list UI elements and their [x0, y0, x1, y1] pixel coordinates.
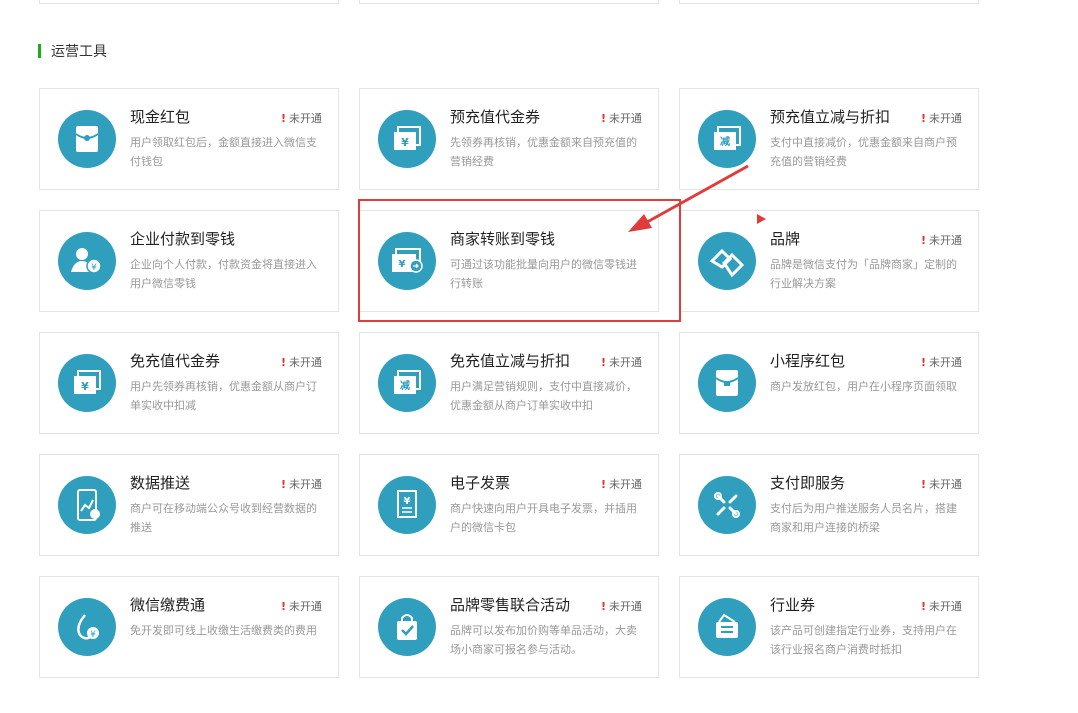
brand-icon: [698, 232, 756, 290]
voucher-yen-icon: ¥: [378, 110, 436, 168]
enterprise-pay-icon: ¥: [58, 232, 116, 290]
warning-mark: !: [280, 600, 286, 613]
card-title: 品牌: [770, 230, 801, 248]
card-title: 微信缴费通: [130, 596, 206, 614]
card-industry-coupon[interactable]: 行业券 ! 未开通 该产品可创建指定行业券，支持用户在该行业报名商户消费时抵扣: [679, 576, 979, 678]
warning-mark: !: [600, 600, 606, 613]
card-title: 预充值立减与折扣: [770, 108, 891, 126]
svg-text:¥: ¥: [91, 263, 97, 273]
card-free-voucher[interactable]: ¥ 免充值代金券 ! 未开通 用户先领券再核销，优惠金额从商户订单实收中扣减: [39, 332, 339, 434]
card-title: 数据推送: [130, 474, 191, 492]
card-free-discount[interactable]: 减 免充值立减与折扣 ! 未开通 用户满足营销规则，支付中直接减价，优惠金额从商户…: [359, 332, 659, 434]
svg-text:¥: ¥: [90, 630, 96, 640]
warning-mark: !: [920, 234, 926, 247]
e-invoice-icon: ¥: [378, 476, 436, 534]
card-description: 品牌是微信支付为「品牌商家」定制的行业解决方案: [770, 258, 957, 290]
voucher-yen-icon: ¥: [58, 354, 116, 412]
warning-mark: !: [920, 356, 926, 369]
section-accent-bar: [38, 44, 41, 58]
pay-service-icon: [698, 476, 756, 534]
status-badge: ! 未开通: [280, 600, 322, 613]
warning-mark: !: [600, 478, 606, 491]
warning-mark: !: [280, 112, 286, 125]
mini-program-red-packet-icon: [698, 354, 756, 412]
card-description: 品牌可以发布加价购等单品活动，大卖场小商家可报名参与活动。: [450, 624, 637, 656]
card-description: 用户先领券再核销，优惠金额从商户订单实收中扣减: [130, 380, 317, 412]
industry-coupon-icon: [698, 598, 756, 656]
section-title: 运营工具: [51, 44, 107, 60]
status-badge: ! 未开通: [920, 478, 962, 491]
card-description: 支付后为用户推送服务人员名片，搭建商家和用户连接的桥梁: [770, 502, 957, 534]
status-badge: ! 未开通: [280, 112, 322, 125]
section-header: 运营工具: [38, 42, 107, 60]
card-title: 免充值立减与折扣: [450, 352, 571, 370]
card-title: 免充值代金券: [130, 352, 221, 370]
svg-text:¥: ¥: [81, 380, 89, 393]
status-badge: ! 未开通: [920, 600, 962, 613]
card-prepaid-voucher[interactable]: ¥ 预充值代金券 ! 未开通 先领券再核销，优惠金额来自预充值的营销经费: [359, 88, 659, 190]
card-description: 支付中直接减价，优惠金额来自商户预充值的营销经费: [770, 136, 957, 168]
status-badge: ! 未开通: [600, 600, 642, 613]
status-badge: ! 未开通: [920, 356, 962, 369]
status-badge: ! 未开通: [600, 478, 642, 491]
card-bill-payment[interactable]: ¥ 微信缴费通 ! 未开通 免开发即可线上收缴生活缴费类的费用: [39, 576, 339, 678]
status-badge: ! 未开通: [280, 478, 322, 491]
card-description: 商户可在移动端公众号收到经营数据的推送: [130, 502, 317, 534]
card-title: 电子发票: [450, 474, 511, 492]
previous-section-cards: [0, 0, 1078, 6]
status-badge: ! 未开通: [920, 112, 962, 125]
warning-mark: !: [920, 112, 926, 125]
status-badge: ! 未开通: [920, 234, 962, 247]
card-enterprise-pay[interactable]: ¥ 企业付款到零钱 企业向个人付款，付款资金将直接进入用户微信零钱: [39, 210, 339, 312]
status-badge: ! 未开通: [600, 356, 642, 369]
warning-mark: !: [600, 356, 606, 369]
discount-reduce-icon: 减: [378, 354, 436, 412]
card-brand-retail-event[interactable]: 品牌零售联合活动 ! 未开通 品牌可以发布加价购等单品活动，大卖场小商家可报名参与…: [359, 576, 659, 678]
card-description: 商户快速向用户开具电子发票，并插用户的微信卡包: [450, 502, 637, 534]
svg-text:¥: ¥: [404, 496, 411, 507]
card-description: 商户发放红包，用户在小程序页面领取: [770, 380, 957, 393]
card-e-invoice[interactable]: ¥ 电子发票 ! 未开通 商户快速向用户开具电子发票，并插用户的微信卡包: [359, 454, 659, 556]
previous-card: [39, 0, 339, 4]
card-title: 预充值代金券: [450, 108, 541, 126]
card-description: 用户满足营销规则，支付中直接减价，优惠金额从商户订单实收中扣: [450, 380, 637, 412]
card-description: 企业向个人付款，付款资金将直接进入用户微信零钱: [130, 258, 317, 290]
card-pay-service[interactable]: 支付即服务 ! 未开通 支付后为用户推送服务人员名片，搭建商家和用户连接的桥梁: [679, 454, 979, 556]
svg-text:减: 减: [400, 379, 410, 392]
warning-mark: !: [280, 478, 286, 491]
card-title: 行业券: [770, 596, 816, 614]
warning-mark: !: [600, 112, 606, 125]
warning-mark: !: [920, 478, 926, 491]
bill-payment-icon: ¥: [58, 598, 116, 656]
previous-card: [359, 0, 659, 4]
data-push-icon: [58, 476, 116, 534]
warning-mark: !: [920, 600, 926, 613]
status-badge: ! 未开通: [280, 356, 322, 369]
warning-mark: !: [280, 356, 286, 369]
annotation-arrow: [628, 164, 749, 232]
card-title: 企业付款到零钱: [130, 230, 236, 248]
previous-card: [679, 0, 979, 4]
card-mini-program-red-packet[interactable]: 小程序红包 ! 未开通 商户发放红包，用户在小程序页面领取: [679, 332, 979, 434]
card-title: 支付即服务: [770, 474, 846, 492]
card-description: 该产品可创建指定行业券，支持用户在该行业报名商户消费时抵扣: [770, 624, 957, 656]
svg-text:¥: ¥: [401, 136, 409, 149]
status-badge: ! 未开通: [600, 112, 642, 125]
card-description: 用户领取红包后，金额直接进入微信支付钱包: [130, 136, 317, 168]
shopping-bag-check-icon: [378, 598, 436, 656]
card-description: 免开发即可线上收缴生活缴费类的费用: [130, 624, 317, 637]
card-title: 品牌零售联合活动: [450, 596, 571, 614]
card-data-push[interactable]: 数据推送 ! 未开通 商户可在移动端公众号收到经营数据的推送: [39, 454, 339, 556]
svg-text:减: 减: [720, 135, 730, 148]
card-cash-red-packet[interactable]: 现金红包 ! 未开通 用户领取红包后，金额直接进入微信支付钱包: [39, 88, 339, 190]
red-packet-icon: [58, 110, 116, 168]
card-title: 现金红包: [130, 108, 191, 126]
card-title: 小程序红包: [770, 352, 846, 370]
card-description: 先领券再核销，优惠金额来自预充值的营销经费: [450, 136, 637, 168]
